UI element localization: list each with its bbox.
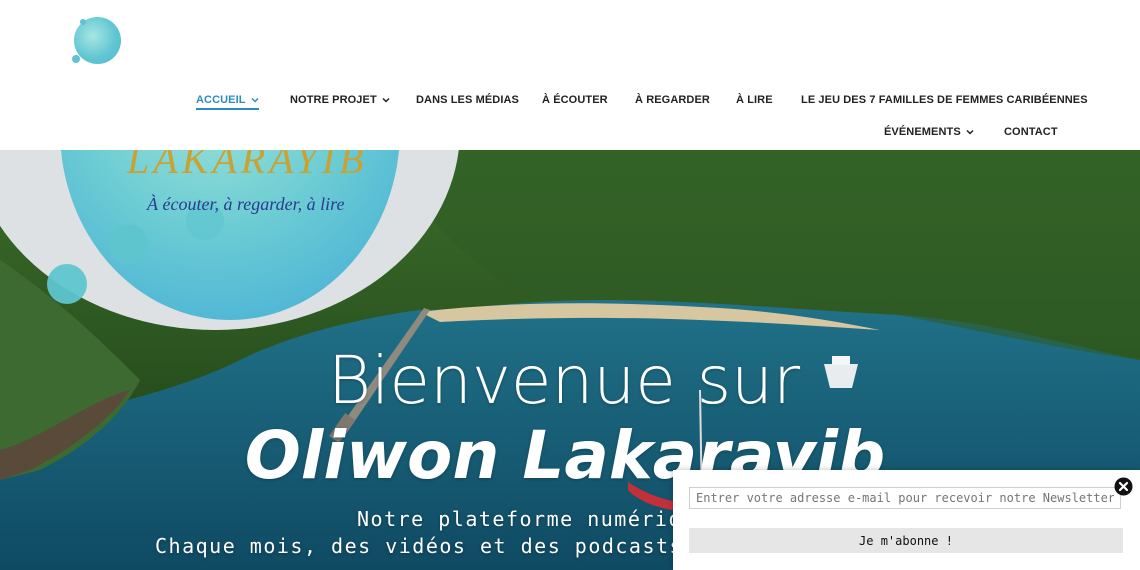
nav-label: À LIRE bbox=[736, 94, 773, 106]
chevron-down-icon bbox=[966, 129, 974, 135]
nav-item-a-lire[interactable]: À LIRE bbox=[736, 94, 773, 106]
nav-label: NOTRE PROJET bbox=[290, 94, 377, 106]
nav-label: CONTACT bbox=[1004, 126, 1058, 138]
nav-item-accueil[interactable]: ACCUEIL bbox=[196, 94, 259, 110]
subscribe-button[interactable]: Je m'abonne ! bbox=[689, 528, 1123, 553]
close-icon[interactable] bbox=[1114, 477, 1133, 496]
nav-label: LE JEU DES 7 FAMILLES DE FEMMES CARIBÉEN… bbox=[801, 94, 1088, 106]
chevron-down-icon bbox=[251, 97, 259, 103]
newsletter-popup: Je m'abonne ! bbox=[673, 470, 1140, 570]
logo-dot bbox=[72, 55, 80, 63]
nav-label: ACCUEIL bbox=[196, 94, 246, 106]
nav-label: À ÉCOUTER bbox=[542, 94, 608, 106]
nav-item-evenements[interactable]: ÉVÉNEMENTS bbox=[884, 126, 974, 138]
site-header: ACCUEIL NOTRE PROJET DANS LES MÉDIAS À É… bbox=[0, 0, 1140, 150]
site-logo[interactable] bbox=[72, 17, 121, 64]
nav-item-dans-les-medias[interactable]: DANS LES MÉDIAS bbox=[416, 94, 519, 106]
nav-item-a-regarder[interactable]: À REGARDER bbox=[635, 94, 710, 106]
nav-item-notre-projet[interactable]: NOTRE PROJET bbox=[290, 94, 390, 106]
nav-item-contact[interactable]: CONTACT bbox=[1004, 126, 1058, 138]
nav-label: À REGARDER bbox=[635, 94, 710, 106]
active-underline bbox=[196, 108, 259, 110]
hero-heading-line1: Bienvenue sur bbox=[327, 342, 801, 419]
nav-item-a-ecouter[interactable]: À ÉCOUTER bbox=[542, 94, 608, 106]
logo-dot bbox=[80, 19, 86, 25]
decorative-bubble bbox=[108, 224, 148, 264]
brand-tagline: À écouter, à regarder, à lire bbox=[147, 194, 345, 214]
nav-item-jeu-des-7-familles[interactable]: LE JEU DES 7 FAMILLES DE FEMMES CARIBÉEN… bbox=[801, 94, 1088, 106]
decorative-bubble bbox=[47, 264, 87, 304]
nav-label: ÉVÉNEMENTS bbox=[884, 126, 961, 138]
newsletter-email-input[interactable] bbox=[689, 487, 1121, 509]
chevron-down-icon bbox=[382, 97, 390, 103]
nav-label: DANS LES MÉDIAS bbox=[416, 94, 519, 106]
brand-title: LAKARAYIB bbox=[127, 150, 368, 182]
